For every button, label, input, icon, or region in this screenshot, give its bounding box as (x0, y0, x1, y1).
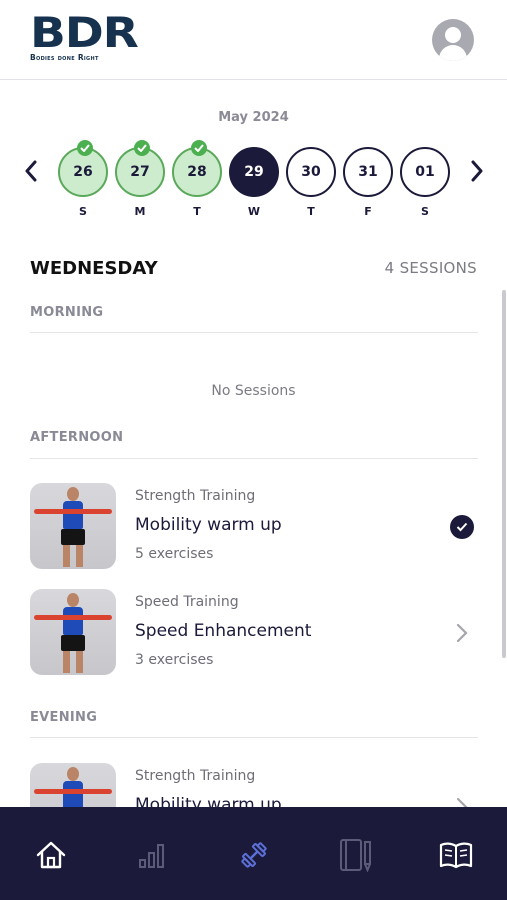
nav-notebook[interactable] (335, 835, 375, 875)
day-number: 28 (187, 164, 207, 180)
session-thumbnail (30, 589, 116, 675)
weekday-letter: W (247, 205, 261, 218)
book-icon (439, 842, 473, 869)
checkmark-icon (134, 140, 150, 156)
completed-check-icon (449, 514, 475, 540)
day-number: 01 (415, 164, 435, 180)
nav-workouts[interactable] (234, 835, 274, 875)
chevron-right-icon (449, 620, 475, 646)
month-label: May 2024 (218, 110, 289, 125)
weekday-letter: T (307, 205, 315, 218)
weekday-letter: S (79, 205, 87, 218)
session-category: Strength Training (135, 488, 256, 504)
bottom-navigation (0, 807, 507, 900)
session-category: Strength Training (135, 768, 256, 784)
calendar-day-01[interactable]: 01 S (399, 147, 451, 218)
no-sessions-text: No Sessions (211, 383, 296, 399)
section-label-evening: EVENING (30, 710, 98, 725)
day-number: 26 (73, 164, 93, 180)
section-divider (30, 458, 478, 459)
profile-avatar-icon[interactable] (432, 19, 474, 61)
section-divider (30, 737, 478, 738)
chevron-left-icon (25, 160, 37, 182)
nav-stats[interactable] (132, 835, 172, 875)
day-number: 30 (301, 164, 321, 180)
weekday-letter: F (364, 205, 372, 218)
nav-library[interactable] (436, 835, 476, 875)
calendar-day-28[interactable]: 28 T (171, 140, 223, 218)
notebook-icon (340, 839, 371, 872)
session-card-speed-enhancement[interactable]: Speed Training Speed Enhancement 3 exerc… (30, 589, 478, 677)
next-week-button[interactable] (462, 155, 492, 187)
session-exercise-count: 5 exercises (135, 546, 214, 562)
weekday-letter: S (421, 205, 429, 218)
nav-home[interactable] (31, 835, 71, 875)
section-divider (30, 332, 478, 333)
chevron-right-icon (471, 160, 483, 182)
weekday-letter: M (134, 205, 146, 218)
session-category: Speed Training (135, 594, 239, 610)
checkmark-icon (191, 140, 207, 156)
session-card-mobility-warm-up[interactable]: Strength Training Mobility warm up 5 exe… (30, 483, 478, 571)
scrollbar[interactable] (502, 290, 506, 658)
session-exercise-count: 3 exercises (135, 652, 214, 668)
calendar-day-26[interactable]: 26 S (57, 140, 109, 218)
session-title: Speed Enhancement (135, 621, 312, 641)
day-title: WEDNESDAY (30, 258, 158, 279)
section-label-afternoon: AFTERNOON (30, 430, 124, 445)
session-title: Mobility warm up (135, 515, 282, 535)
section-label-morning: MORNING (30, 305, 104, 320)
calendar-day-27[interactable]: 27 M (114, 140, 166, 218)
previous-week-button[interactable] (16, 155, 46, 187)
stats-icon (139, 844, 164, 868)
day-number: 29 (244, 164, 264, 180)
bdr-logo[interactable]: BDR Bodies done Right (30, 12, 155, 66)
app-header: BDR Bodies done Right (0, 0, 507, 80)
calendar-day-29[interactable]: 29 W (228, 147, 280, 218)
session-count: 4 SESSIONS (384, 259, 477, 277)
calendar-day-30[interactable]: 30 T (285, 147, 337, 218)
dumbbell-icon (241, 842, 267, 868)
day-number: 31 (358, 164, 378, 180)
calendar-day-31[interactable]: 31 F (342, 147, 394, 218)
home-icon (36, 841, 66, 869)
day-number: 27 (130, 164, 150, 180)
weekday-letter: T (193, 205, 201, 218)
checkmark-icon (77, 140, 93, 156)
session-thumbnail (30, 483, 116, 569)
logo-wordmark: BDR (30, 8, 139, 57)
